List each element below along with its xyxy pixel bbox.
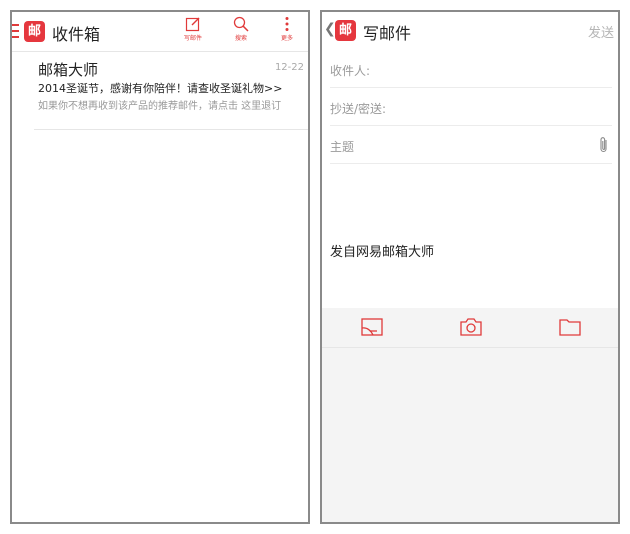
to-field[interactable]: 收件人:: [330, 50, 612, 88]
mail-subject: 2014圣诞节，感谢有你陪伴！请查收圣诞礼物>>: [38, 82, 283, 95]
paperclip-icon[interactable]: [598, 136, 610, 154]
image-icon[interactable]: [360, 316, 384, 338]
signature-text[interactable]: 发自网易邮箱大师: [330, 241, 434, 260]
app-logo: 邮: [335, 20, 356, 41]
page-title: 写邮件: [363, 24, 412, 43]
inbox-screen: 邮 收件箱 写邮件 搜索 更多 邮箱大师 12-22 2014圣诞节，感谢有你陪…: [10, 10, 310, 524]
mail-list-item[interactable]: 邮箱大师 12-22 2014圣诞节，感谢有你陪伴！请查收圣诞礼物>> 如果你不…: [34, 56, 308, 130]
compose-header: ❮ 邮 写邮件 发送: [322, 12, 618, 50]
subject-input[interactable]: [330, 126, 612, 163]
search-button[interactable]: 搜索: [225, 16, 257, 42]
search-icon: [233, 16, 249, 32]
more-button[interactable]: 更多: [271, 16, 303, 42]
attachment-toolbar: [322, 308, 618, 348]
mail-date: 12-22: [274, 62, 304, 73]
mail-sender: 邮箱大师: [38, 61, 99, 79]
cc-bcc-input[interactable]: [330, 88, 612, 125]
menu-icon[interactable]: [12, 24, 20, 38]
send-button[interactable]: 发送: [588, 22, 614, 41]
subject-field[interactable]: 主题: [330, 126, 612, 164]
compose-icon: [185, 17, 200, 32]
attachment-panel: [322, 308, 618, 522]
inbox-header: 邮 收件箱 写邮件 搜索 更多: [12, 12, 308, 52]
to-input[interactable]: [330, 50, 612, 87]
cc-bcc-field[interactable]: 抄送/密送:: [330, 88, 612, 126]
camera-icon[interactable]: [459, 316, 483, 338]
app-logo: 邮: [24, 21, 45, 42]
mail-preview: 如果你不想再收到该产品的推荐邮件，请点击 这里退订: [38, 101, 282, 112]
more-label: 更多: [280, 35, 293, 42]
compose-label: 写邮件: [183, 35, 202, 42]
page-title: 收件箱: [52, 25, 101, 44]
chevron-left-icon[interactable]: ❮: [324, 21, 336, 37]
search-label: 搜索: [234, 35, 247, 42]
compose-screen: ❮ 邮 写邮件 发送 收件人: 抄送/密送: 主题 发自网易邮箱大师: [320, 10, 620, 524]
folder-icon[interactable]: [558, 316, 582, 338]
more-vertical-icon: [285, 17, 289, 31]
compose-button[interactable]: 写邮件: [177, 16, 209, 42]
